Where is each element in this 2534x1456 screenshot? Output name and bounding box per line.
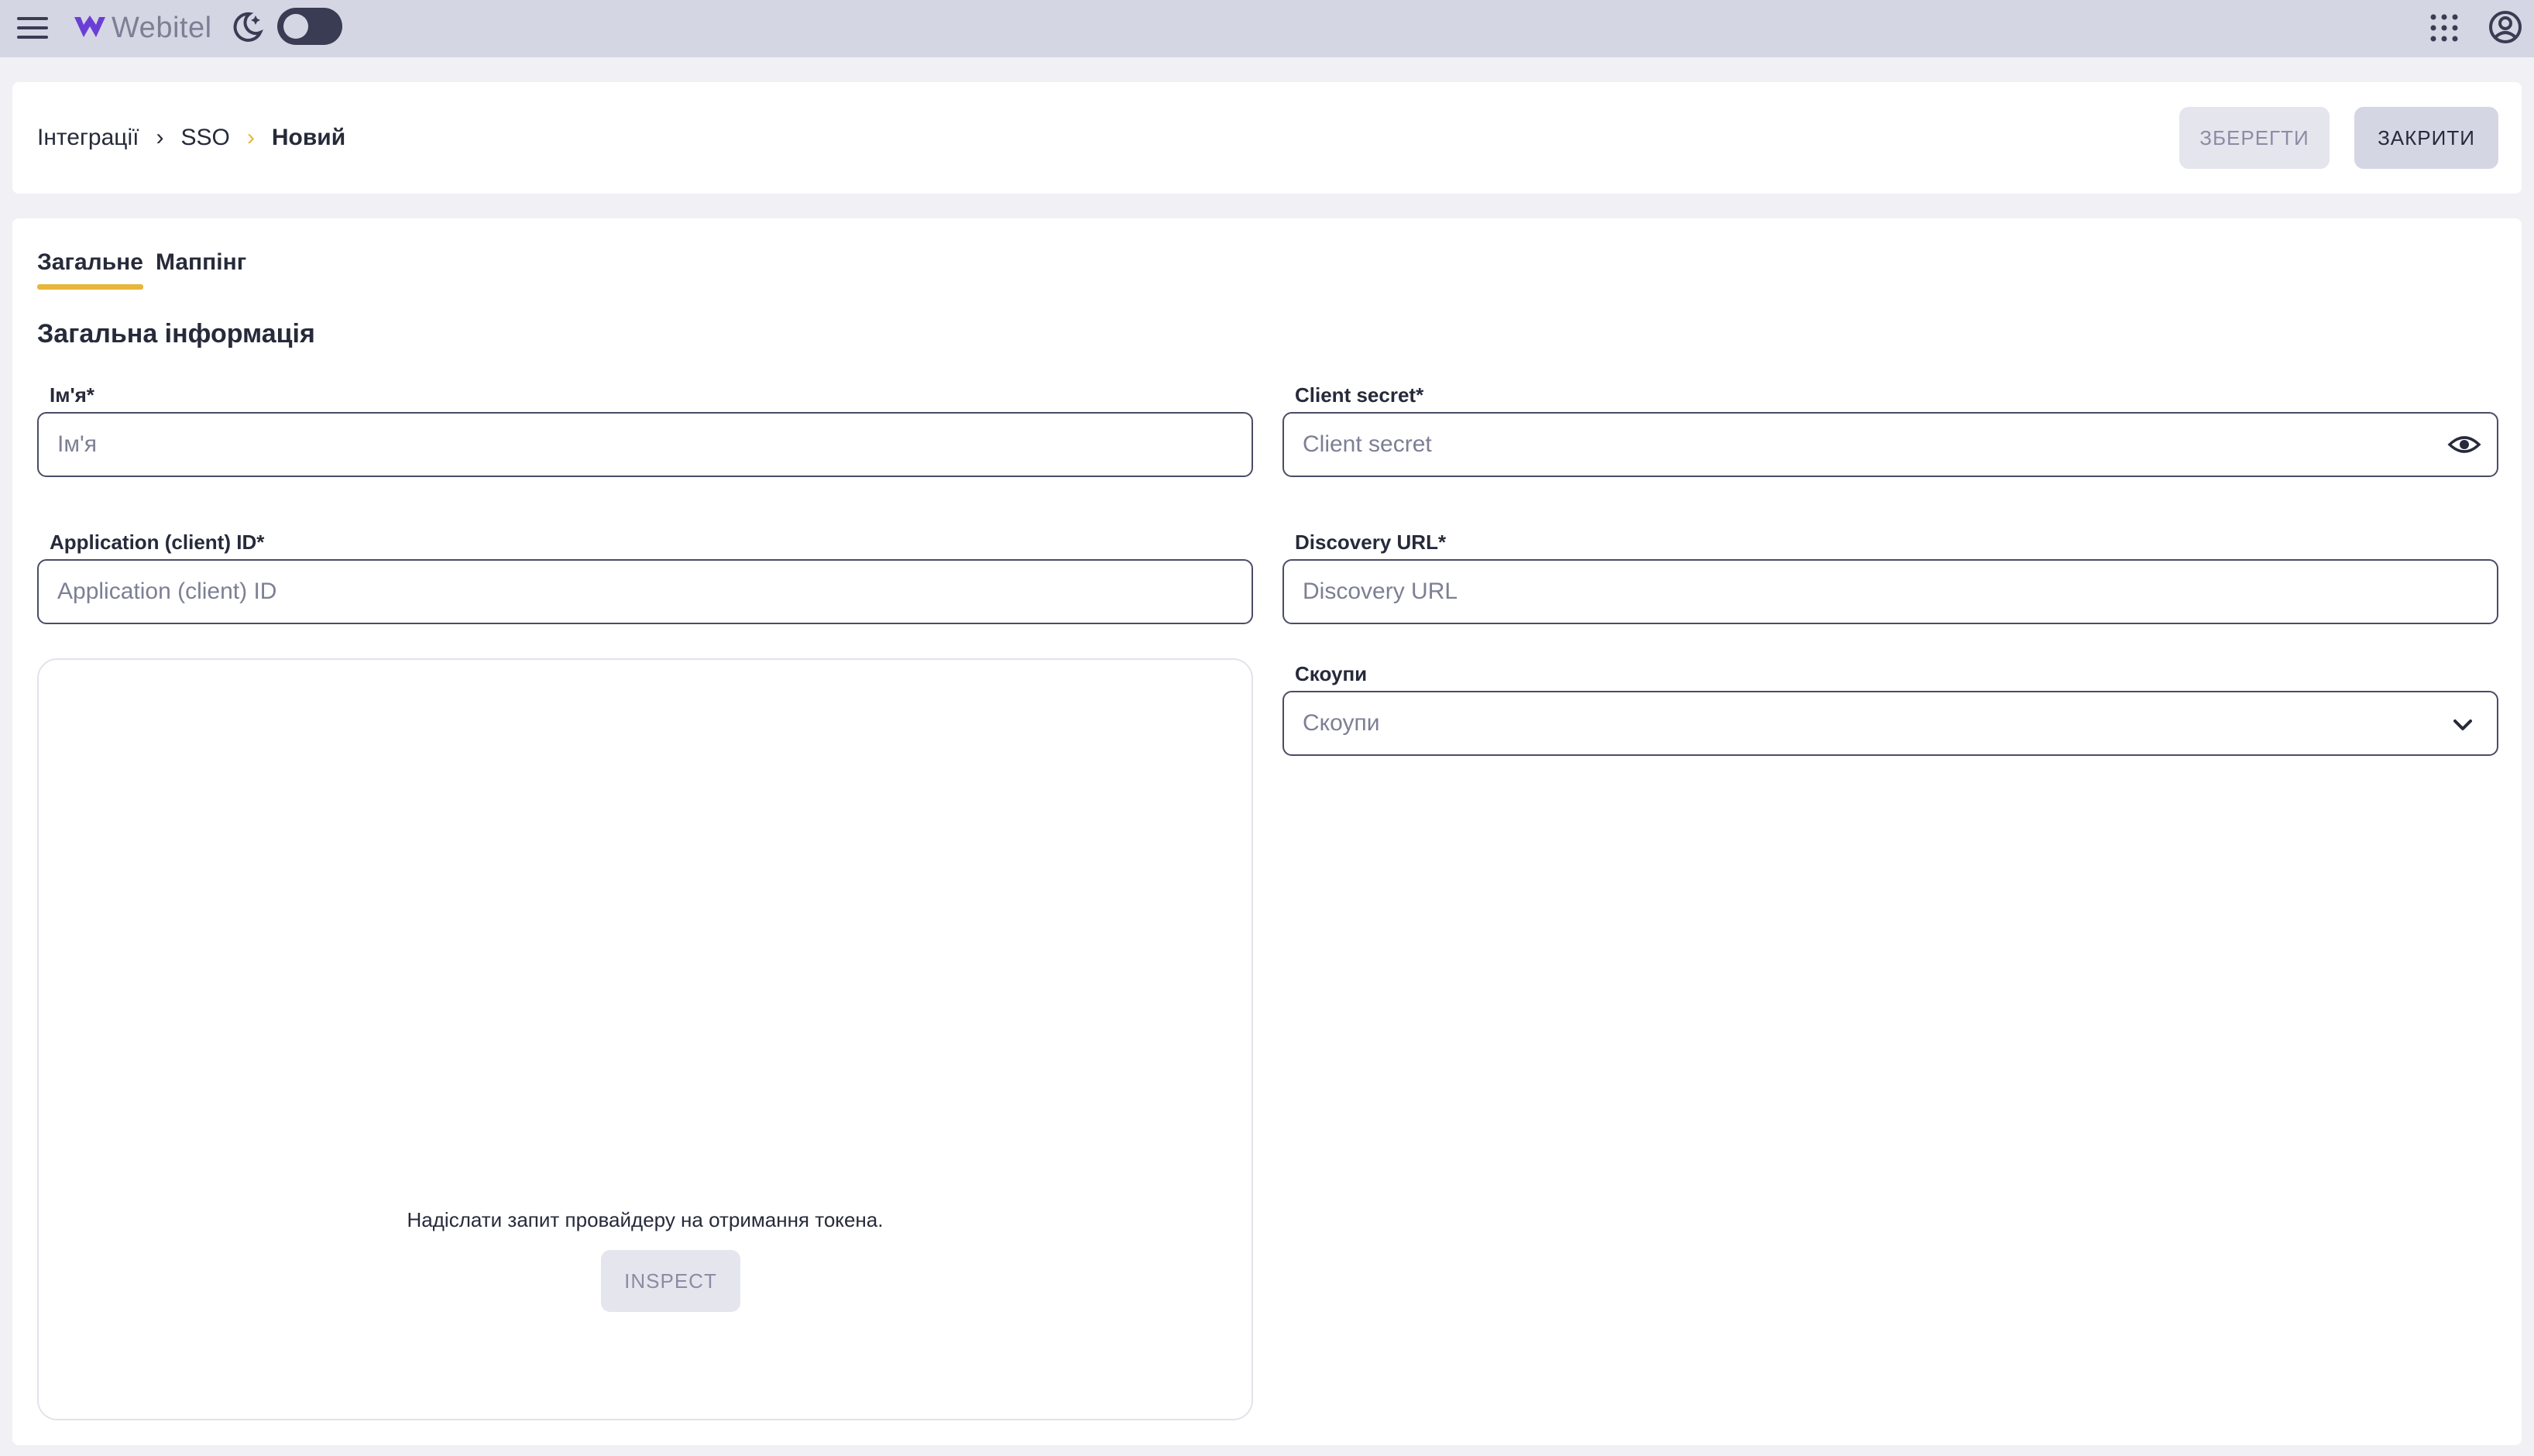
breadcrumb: Інтеграції › SSO › Новий bbox=[37, 121, 345, 155]
scopes-field: Скоупи Скоупи bbox=[1282, 661, 2498, 756]
client-secret-field: Client secret* bbox=[1282, 383, 2498, 477]
tabs: Загальне Маппінг bbox=[37, 249, 246, 290]
apps-grid-icon[interactable] bbox=[2429, 12, 2460, 43]
close-button[interactable]: ЗАКРИТИ bbox=[2354, 107, 2498, 169]
discovery-url-label: Discovery URL* bbox=[1295, 531, 1447, 554]
client-secret-input-wrap bbox=[1282, 412, 2498, 477]
inspect-button[interactable]: INSPECT bbox=[601, 1250, 740, 1312]
webitel-logo-icon bbox=[74, 15, 105, 37]
discovery-url-input[interactable] bbox=[1282, 559, 2498, 624]
client-secret-input[interactable] bbox=[1282, 412, 2498, 477]
theme-toggle-knob bbox=[283, 14, 308, 39]
discovery-url-field: Discovery URL* bbox=[1282, 530, 2498, 624]
chevron-down-icon bbox=[2453, 719, 2472, 730]
breadcrumb-item-integrations[interactable]: Інтеграції bbox=[37, 125, 139, 151]
tab-mapping[interactable]: Маппінг bbox=[156, 249, 246, 290]
client-secret-label: Client secret* bbox=[1295, 383, 1424, 407]
moon-icon[interactable] bbox=[229, 9, 265, 45]
breadcrumb-chevron-icon: › bbox=[246, 125, 255, 150]
inspect-panel: Надіслати запит провайдеру на отримання … bbox=[37, 658, 1253, 1420]
section-title: Загальна інформація bbox=[37, 319, 315, 349]
inspect-description: Надіслати запит провайдеру на отримання … bbox=[407, 1208, 884, 1231]
name-field: Ім'я* bbox=[37, 383, 1253, 477]
header-card: Інтеграції › SSO › Новий ЗБЕРЕГТИ ЗАКРИТ… bbox=[12, 82, 2522, 194]
name-label: Ім'я* bbox=[50, 383, 94, 407]
top-bar: Webitel bbox=[0, 0, 2534, 57]
main-card: Загальне Маппінг Загальна інформація Ім'… bbox=[12, 218, 2522, 1445]
scopes-select[interactable]: Скоупи bbox=[1282, 691, 2498, 756]
theme-toggle[interactable] bbox=[277, 8, 342, 45]
app-logo-text: Webitel bbox=[112, 11, 212, 44]
client-id-label: Application (client) ID* bbox=[50, 531, 265, 554]
scopes-label: Скоупи bbox=[1295, 662, 1368, 685]
breadcrumb-item-sso[interactable]: SSO bbox=[180, 125, 229, 151]
tab-general[interactable]: Загальне bbox=[37, 249, 143, 290]
client-id-field: Application (client) ID* bbox=[37, 530, 1253, 624]
scopes-select-placeholder: Скоупи bbox=[1303, 710, 1380, 736]
save-button[interactable]: ЗБЕРЕГТИ bbox=[2179, 107, 2330, 169]
eye-icon[interactable] bbox=[2447, 428, 2481, 462]
hamburger-menu-icon[interactable] bbox=[15, 11, 50, 45]
client-id-input[interactable] bbox=[37, 559, 1253, 624]
breadcrumb-chevron-icon: › bbox=[156, 125, 164, 150]
name-input[interactable] bbox=[37, 412, 1253, 477]
breadcrumb-item-current: Новий bbox=[271, 125, 346, 150]
account-circle-icon[interactable] bbox=[2488, 9, 2523, 45]
app-logo[interactable]: Webitel bbox=[73, 9, 212, 46]
